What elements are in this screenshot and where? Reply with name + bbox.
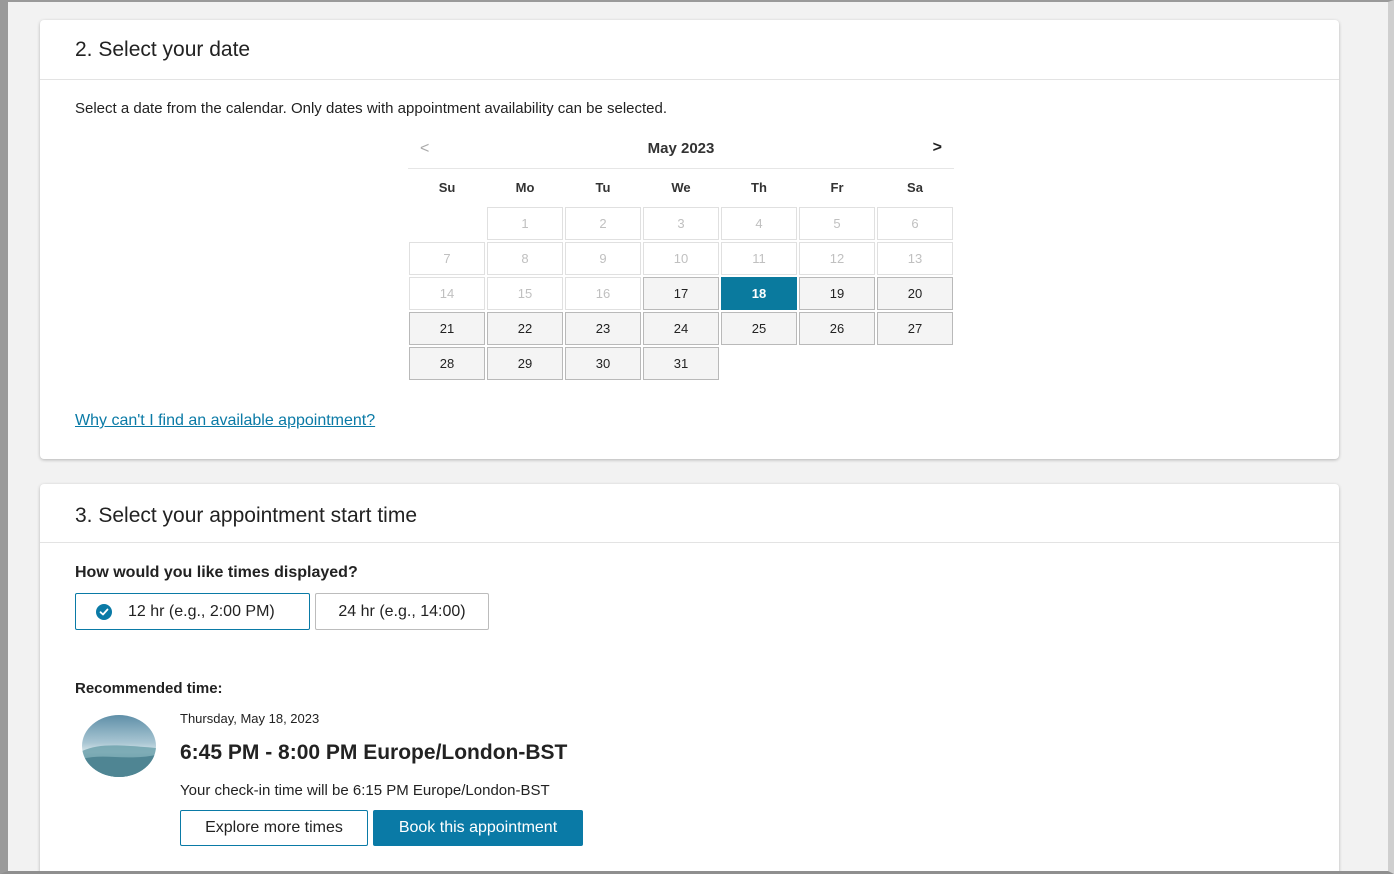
calendar: < May 2023 > Su Mo Tu We Th Fr Sa 1 2 3 4 5 6 7 8 9 10 1… — [408, 132, 954, 381]
calendar-day-21[interactable]: 21 — [409, 312, 485, 345]
calendar-day-2: 2 — [565, 207, 641, 240]
calendar-day-14: 14 — [409, 277, 485, 310]
weekday-header: Sa — [907, 180, 923, 195]
calendar-day-30[interactable]: 30 — [565, 347, 641, 380]
browser-frame: 2. Select your date Select a date from t… — [0, 0, 1394, 874]
calendar-day-16: 16 — [565, 277, 641, 310]
calendar-day-19[interactable]: 19 — [799, 277, 875, 310]
calendar-day-25[interactable]: 25 — [721, 312, 797, 345]
checkin-time-text: Your check-in time will be 6:15 PM Europ… — [180, 782, 550, 799]
calendar-month-title: May 2023 — [647, 140, 715, 157]
calendar-day-9: 9 — [565, 242, 641, 275]
time-section-header: 3. Select your appointment start time — [40, 484, 1339, 543]
calendar-day-18[interactable]: 18 — [721, 277, 797, 310]
calendar-day-5: 5 — [799, 207, 875, 240]
format-24hr-label: 24 hr (e.g., 14:00) — [338, 602, 466, 620]
calendar-day-28[interactable]: 28 — [409, 347, 485, 380]
weekday-header: We — [671, 180, 691, 195]
calendar-weekday-row: Su Mo Tu We Th Fr Sa — [408, 169, 954, 206]
calendar-day-26[interactable]: 26 — [799, 312, 875, 345]
weekday-header: Fr — [830, 180, 844, 195]
calendar-day-31[interactable]: 31 — [643, 347, 719, 380]
calendar-day-grid: 1 2 3 4 5 6 7 8 9 10 11 12 13 14 15 16 17 18 19 20 21 22 23 24 2… — [408, 206, 954, 381]
landscape-image-icon — [82, 715, 156, 777]
calendar-day-3: 3 — [643, 207, 719, 240]
weekday-header: Su — [438, 180, 456, 195]
calendar-day-22[interactable]: 22 — [487, 312, 563, 345]
calendar-day-10: 10 — [643, 242, 719, 275]
format-24hr-button[interactable]: 24 hr (e.g., 14:00) — [315, 593, 489, 630]
calendar-day-29[interactable]: 29 — [487, 347, 563, 380]
recommended-time-label: Recommended time: — [75, 680, 223, 697]
recommended-time-range: 6:45 PM - 8:00 PM Europe/London-BST — [180, 741, 568, 764]
format-12hr-label: 12 hr (e.g., 2:00 PM) — [128, 602, 275, 620]
calendar-day-1: 1 — [487, 207, 563, 240]
calendar-day-17[interactable]: 17 — [643, 277, 719, 310]
calendar-day-8: 8 — [487, 242, 563, 275]
calendar-day-6: 6 — [877, 207, 953, 240]
calendar-day-27[interactable]: 27 — [877, 312, 953, 345]
time-format-question: How would you like times displayed? — [75, 564, 358, 581]
availability-help-link[interactable]: Why can't I find an available appointmen… — [75, 412, 375, 430]
check-circle-icon — [96, 603, 112, 620]
calendar-blank-cell — [409, 207, 485, 240]
calendar-day-24[interactable]: 24 — [643, 312, 719, 345]
format-12hr-button[interactable]: 12 hr (e.g., 2:00 PM) — [75, 593, 310, 630]
recommended-date: Thursday, May 18, 2023 — [180, 711, 320, 726]
weekday-header: Th — [751, 180, 767, 195]
calendar-day-4: 4 — [721, 207, 797, 240]
time-selection-card: 3. Select your appointment start time Ho… — [40, 484, 1339, 871]
date-instruction: Select a date from the calendar. Only da… — [75, 100, 668, 117]
calendar-day-23[interactable]: 23 — [565, 312, 641, 345]
book-appointment-button[interactable]: Book this appointment — [373, 810, 583, 846]
explore-more-times-button[interactable]: Explore more times — [180, 810, 368, 846]
date-section-header: 2. Select your date — [40, 20, 1339, 80]
next-month-button[interactable]: > — [933, 139, 942, 157]
calendar-day-7: 7 — [409, 242, 485, 275]
calendar-day-12: 12 — [799, 242, 875, 275]
calendar-day-15: 15 — [487, 277, 563, 310]
date-selection-card: 2. Select your date Select a date from t… — [40, 20, 1339, 459]
weekday-header: Tu — [595, 180, 611, 195]
calendar-day-11: 11 — [721, 242, 797, 275]
calendar-nav: < May 2023 > — [408, 132, 954, 169]
weekday-header: Mo — [515, 180, 535, 195]
calendar-day-13: 13 — [877, 242, 953, 275]
calendar-day-20[interactable]: 20 — [877, 277, 953, 310]
